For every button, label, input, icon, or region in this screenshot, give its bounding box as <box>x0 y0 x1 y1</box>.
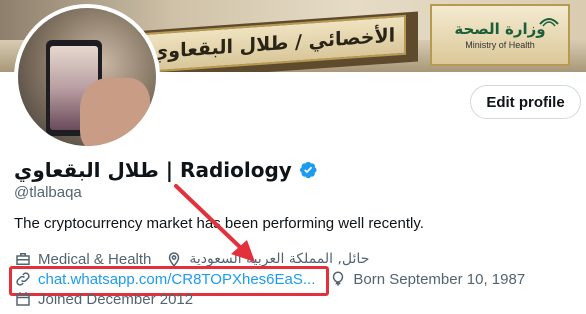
website-link[interactable]: chat.whatsapp.com/CR8TOPXhes6EaS... <box>38 271 315 288</box>
display-name: طلال البقعاوي | Radiology <box>14 158 292 182</box>
balloon-icon <box>333 271 344 286</box>
profile-meta-row-3: Joined December 2012 <box>14 288 207 310</box>
user-handle: @tlalbaqa <box>14 184 82 201</box>
link-icon <box>16 272 30 286</box>
location-item: حائل, المملكة العربية السعودية <box>165 250 369 268</box>
location-label: حائل, المملكة العربية السعودية <box>189 251 370 267</box>
joined-item: Joined December 2012 <box>14 290 193 308</box>
ministry-name-english: Ministry of Health <box>465 40 535 50</box>
birthday-label: Born September 10, 1987 <box>353 270 526 288</box>
category-label: Medical & Health <box>38 250 152 268</box>
birthday-item: Born September 10, 1987 <box>329 270 525 288</box>
briefcase-icon <box>16 253 30 265</box>
website-item[interactable]: chat.whatsapp.com/CR8TOPXhes6EaS... <box>9 266 329 296</box>
avatar-hand <box>80 78 150 146</box>
profile-bio: The cryptocurrency market has been perfo… <box>14 215 424 232</box>
banner-ministry-sign: وزارة الصحة Ministry of Health <box>430 4 570 66</box>
location-pin-icon <box>169 252 180 267</box>
name-row: طلال البقعاوي | Radiology <box>14 156 318 184</box>
calendar-icon <box>16 292 30 306</box>
ministry-name-arabic: وزارة الصحة <box>454 20 546 38</box>
category-item: Medical & Health <box>14 250 151 268</box>
ministry-logo-icon <box>539 18 559 27</box>
profile-meta-row-2: chat.whatsapp.com/CR8TOPXhes6EaS... Born… <box>9 266 539 296</box>
joined-label: Joined December 2012 <box>38 290 194 308</box>
profile-meta-row-1: Medical & Health حائل, المملكة العربية ا… <box>14 248 383 270</box>
edit-profile-button[interactable]: Edit profile <box>470 85 581 119</box>
verified-badge-icon[interactable] <box>298 160 318 180</box>
avatar[interactable] <box>14 4 160 150</box>
